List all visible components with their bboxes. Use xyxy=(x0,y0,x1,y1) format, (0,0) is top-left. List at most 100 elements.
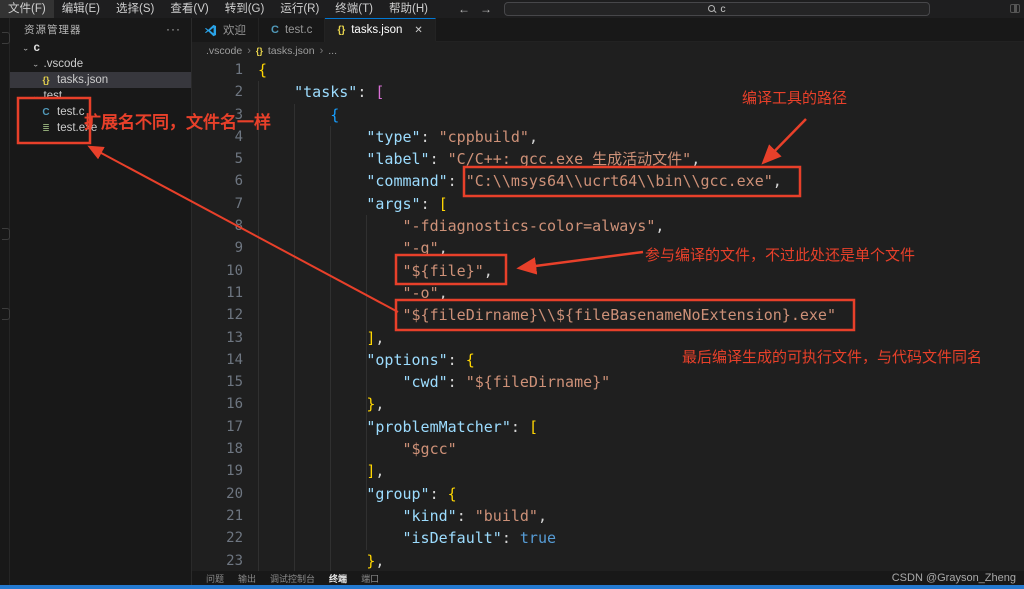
panel-tab-problems[interactable]: 问题 xyxy=(206,572,224,585)
code-line[interactable]: 23 }, xyxy=(192,550,1024,571)
indent-guide xyxy=(258,81,259,571)
tab-test-c[interactable]: C test.c xyxy=(259,18,325,42)
code-line[interactable]: 21 "kind": "build", xyxy=(192,505,1024,527)
line-number: 12 xyxy=(192,304,243,326)
code-line[interactable]: 10 "${file}", xyxy=(192,260,1024,282)
exe-file-icon: ≣ xyxy=(40,123,52,134)
line-number: 17 xyxy=(192,416,243,438)
indent-guide xyxy=(294,104,295,571)
breadcrumb-more[interactable]: ... xyxy=(328,45,337,57)
panel-tab-debug-console[interactable]: 调试控制台 xyxy=(270,572,315,585)
line-number: 21 xyxy=(192,505,243,527)
tab-welcome[interactable]: 欢迎 xyxy=(192,18,259,42)
code-line[interactable]: 8 "-fdiagnostics-color=always", xyxy=(192,215,1024,237)
code-line[interactable]: 7 "args": [ xyxy=(192,193,1024,215)
nav-back-icon[interactable]: ← xyxy=(458,2,470,16)
chevron-right-icon: › xyxy=(320,45,324,57)
line-number: 10 xyxy=(192,260,243,282)
line-number: 8 xyxy=(192,215,243,237)
title-bar: 文件(F) 编辑(E) 选择(S) 查看(V) 转到(G) 运行(R) 终端(T… xyxy=(0,0,1024,18)
line-number: 3 xyxy=(192,104,243,126)
menu-terminal[interactable]: 终端(T) xyxy=(327,0,381,18)
json-file-icon: {} xyxy=(40,75,52,85)
explorer-sidebar: 资源管理器 ··· ⌄ c ⌄ .vscode {} tasks.json ⌄ … xyxy=(10,18,192,585)
line-number: 23 xyxy=(192,550,243,571)
explorer-title: 资源管理器 xyxy=(24,22,82,37)
command-center-search[interactable]: c xyxy=(504,2,930,16)
line-number: 19 xyxy=(192,460,243,482)
tree-folder-vscode[interactable]: ⌄ .vscode xyxy=(10,56,191,72)
tree-file-test-c[interactable]: C test.c xyxy=(10,104,191,120)
code-line[interactable]: 14 "options": { xyxy=(192,349,1024,371)
code-line[interactable]: 20 "group": { xyxy=(192,483,1024,505)
code-line[interactable]: 2 "tasks": [ xyxy=(192,81,1024,103)
tree-file-tasks-json[interactable]: {} tasks.json xyxy=(10,72,191,88)
breadcrumb-tasks-json[interactable]: tasks.json xyxy=(268,45,315,57)
tree-folder-test[interactable]: ⌄ test xyxy=(10,88,191,104)
editor-region: 欢迎 C test.c {} tasks.json ✕ .vscode › {}… xyxy=(192,18,1024,585)
activity-bar xyxy=(0,18,10,585)
vscode-logo-icon xyxy=(204,24,217,37)
code-line[interactable]: 5 "label": "C/C++: gcc.exe 生成活动文件", xyxy=(192,148,1024,170)
tree-folder-c[interactable]: ⌄ c xyxy=(10,40,191,56)
nav-forward-icon[interactable]: → xyxy=(480,2,492,16)
panel-tab-ports[interactable]: 端口 xyxy=(361,572,379,585)
c-file-icon: C xyxy=(40,107,52,118)
code-line[interactable]: 13 ], xyxy=(192,327,1024,349)
menu-selection[interactable]: 选择(S) xyxy=(108,0,162,18)
chevron-down-icon: ⌄ xyxy=(32,92,40,101)
code-line[interactable]: 1{ xyxy=(192,59,1024,81)
line-number: 4 xyxy=(192,126,243,148)
search-icon xyxy=(708,5,716,13)
code-line[interactable]: 15 "cwd": "${fileDirname}" xyxy=(192,371,1024,393)
code-line[interactable]: 4 "type": "cppbuild", xyxy=(192,126,1024,148)
line-number: 14 xyxy=(192,349,243,371)
layout-toggle-icon[interactable] xyxy=(1010,4,1020,13)
line-number: 11 xyxy=(192,282,243,304)
panel-bar: 问题 输出 调试控制台 终端 端口 CSDN @Grayson_Zheng xyxy=(192,571,1024,585)
tree-file-test-exe[interactable]: ≣ test.exe xyxy=(10,120,191,136)
line-number: 7 xyxy=(192,193,243,215)
explorer-icon-fragment[interactable] xyxy=(2,32,10,44)
tab-tasks-json[interactable]: {} tasks.json ✕ xyxy=(325,18,435,42)
breadcrumb: .vscode › {} tasks.json › ... xyxy=(192,42,1024,59)
breadcrumb-vscode[interactable]: .vscode xyxy=(206,45,242,57)
menu-go[interactable]: 转到(G) xyxy=(217,0,273,18)
line-number: 15 xyxy=(192,371,243,393)
indent-guide xyxy=(366,215,367,550)
code-line[interactable]: 9 "-g", xyxy=(192,237,1024,259)
tab-bar: 欢迎 C test.c {} tasks.json ✕ xyxy=(192,18,1024,42)
vscode-window: 文件(F) 编辑(E) 选择(S) 查看(V) 转到(G) 运行(R) 终端(T… xyxy=(0,0,1024,589)
menu-edit[interactable]: 编辑(E) xyxy=(54,0,108,18)
extensions-icon-fragment[interactable] xyxy=(2,308,10,320)
json-file-icon: {} xyxy=(337,25,345,36)
menu-help[interactable]: 帮助(H) xyxy=(381,0,436,18)
code-line[interactable]: 3 { xyxy=(192,104,1024,126)
panel-tab-output[interactable]: 输出 xyxy=(238,572,256,585)
indent-guide xyxy=(330,126,331,571)
code-line[interactable]: 12 "${fileDirname}\\${fileBasenameNoExte… xyxy=(192,304,1024,326)
json-file-icon: {} xyxy=(256,46,263,56)
menu-file[interactable]: 文件(F) xyxy=(0,0,54,18)
line-number: 9 xyxy=(192,237,243,259)
menu-view[interactable]: 查看(V) xyxy=(162,0,216,18)
code-line[interactable]: 18 "$gcc" xyxy=(192,438,1024,460)
line-number: 1 xyxy=(192,59,243,81)
code-line[interactable]: 11 "-o", xyxy=(192,282,1024,304)
run-icon-fragment[interactable] xyxy=(2,228,10,240)
menu-run[interactable]: 运行(R) xyxy=(272,0,327,18)
line-number: 2 xyxy=(192,81,243,103)
code-lines: 1{2 "tasks": [3 {4 "type": "cppbuild",5 … xyxy=(192,59,1024,571)
code-line[interactable]: 22 "isDefault": true xyxy=(192,527,1024,549)
code-line[interactable]: 16 }, xyxy=(192,393,1024,415)
code-line[interactable]: 17 "problemMatcher": [ xyxy=(192,416,1024,438)
status-bar xyxy=(0,585,1024,589)
panel-tab-terminal[interactable]: 终端 xyxy=(329,572,347,585)
line-number: 18 xyxy=(192,438,243,460)
code-line[interactable]: 6 "command": "C:\\msys64\\ucrt64\\bin\\g… xyxy=(192,170,1024,192)
editor[interactable]: 1{2 "tasks": [3 {4 "type": "cppbuild",5 … xyxy=(192,59,1024,571)
line-number: 6 xyxy=(192,170,243,192)
explorer-more-icon[interactable]: ··· xyxy=(166,22,181,36)
code-line[interactable]: 19 ], xyxy=(192,460,1024,482)
close-icon[interactable]: ✕ xyxy=(414,25,422,36)
